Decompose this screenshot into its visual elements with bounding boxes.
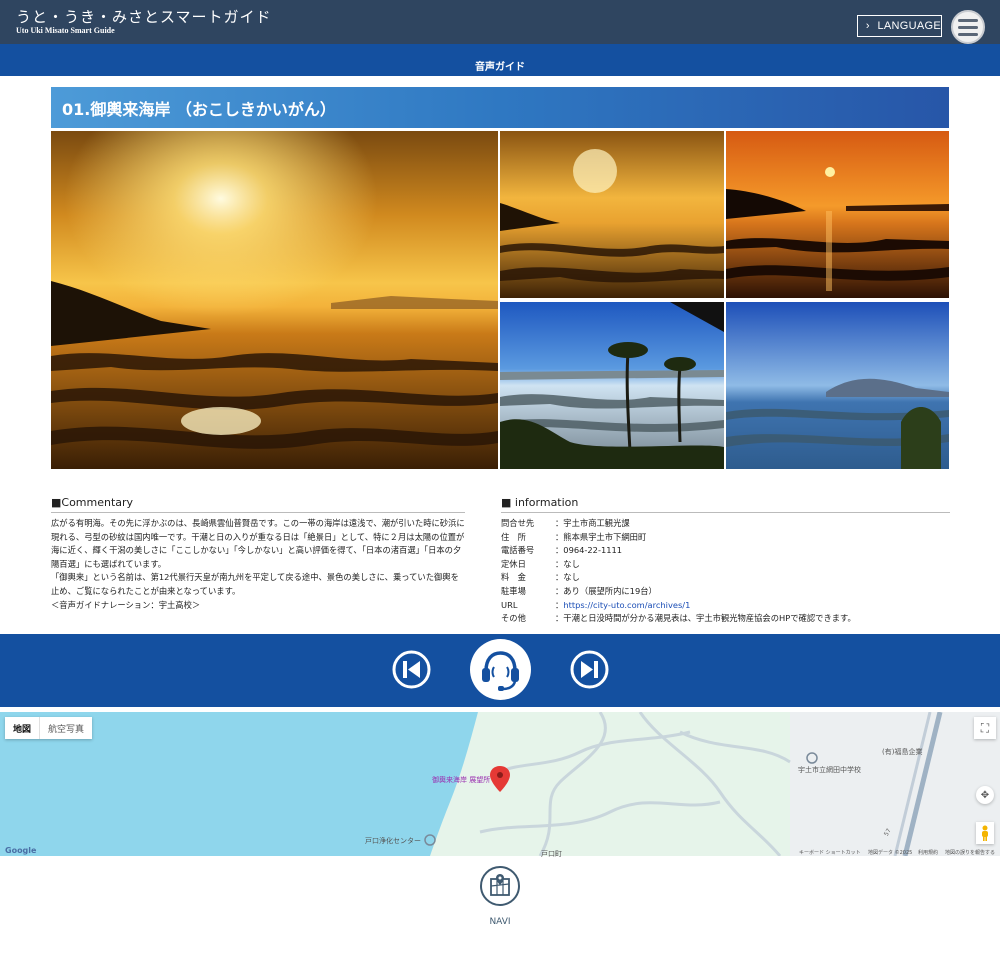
site-header: うと・うき・みさとスマートガイド Uto Uki Misato Smart Gu… [0,0,1000,44]
map-label-company: (有)福島企業 [882,748,923,756]
info-row: 電話番号 ：0964-22-1111 [501,544,950,558]
map-label-school: 宇土市立網田中学校 [798,766,861,774]
info-row: 問合せ先 ：宇土市商工観光課 [501,517,950,531]
map-tab-roadmap[interactable]: 地図 [5,717,39,739]
street-view-button[interactable] [976,822,994,844]
audio-guide-label: 音声ガイド [475,61,525,73]
navi-label: NAVI [489,917,511,927]
info-key: 定休日 [501,558,526,569]
next-track-button[interactable] [570,650,609,689]
information-heading: ■ information [501,496,950,513]
chevron-right-icon: › [865,20,870,32]
info-value: ：https://city-uto.com/archives/1 [555,599,950,613]
spot-title: 01.御輿来海岸 （おこしきかいがん） [51,87,949,128]
language-button[interactable]: › LANGUAGE [857,15,942,37]
information-table: 問合せ先 ：宇土市商工観光課 住 所 ：熊本県宇土市下網田町 電話番号 ：096… [501,517,950,626]
map-tab-satellite[interactable]: 航空写真 [39,717,92,739]
menu-line [958,32,978,36]
info-value: ：熊本県宇土市下網田町 [555,531,647,542]
commentary-text: 広がる有明海。その先に浮かぶのは、長崎県雲仙普賢岳です。この一帯の海岸は遠浅で、… [51,517,465,612]
map-view[interactable] [0,712,1000,856]
thumbnail-photo-1[interactable] [500,131,724,298]
thumbnail-photo-4[interactable] [726,302,949,469]
thumbnail-photo-3[interactable] [500,302,724,469]
fullscreen-icon: ⛶ [980,720,990,735]
website-link[interactable]: https://city-uto.com/archives/1 [563,600,690,610]
map-label-town: 戸口町 [541,850,562,858]
site-subtitle: Uto Uki Misato Smart Guide [16,26,115,35]
info-value: ：干潮と日没時間が分かる潮見表は、宇土市観光物産協会のHPで確認できます。 [555,613,856,624]
move-icon: ✥ [980,789,990,801]
map-canvas [0,712,1000,856]
map-terms-link[interactable]: 利用規約 [918,849,938,856]
google-logo[interactable]: Google [5,846,36,855]
map-report-error-link[interactable]: 地図の誤りを報告する [945,849,995,856]
play-audio-guide-button[interactable] [470,639,531,700]
info-row: 住 所 ：熊本県宇土市下網田町 [501,531,950,545]
info-key: URL [501,599,518,610]
audio-guide-bar: 音声ガイド [0,44,1000,76]
info-key: 料 金 [501,572,526,583]
info-value: ：なし [555,572,580,583]
commentary-paragraph: 「御輿来」という名前は、第12代景行天皇が南九州を平定して戻る途中、景色の美しさ… [51,572,459,596]
info-row: URL ：https://city-uto.com/archives/1 [501,599,950,613]
map-camera-control[interactable]: ✥ [976,786,994,804]
skip-next-icon [570,650,609,689]
map-marker-label: 御輿来海岸 展望所 [432,776,491,784]
menu-line [958,18,978,22]
headset-icon [482,651,519,691]
commentary-heading: ■Commentary [51,496,465,513]
skip-previous-icon [392,650,431,689]
map-navigation-icon [490,874,510,896]
hamburger-menu-button[interactable] [951,10,985,44]
navi-button[interactable] [480,866,520,906]
info-value: ：宇土市商工観光課 [555,518,630,528]
info-key: 住 所 [501,531,526,542]
info-value: ：あり（展望所内に19台） [555,585,657,596]
info-key: 駐車場 [501,585,526,596]
language-label: LANGUAGE [877,20,941,32]
info-key: 問合せ先 [501,518,535,528]
info-row: その他 ：干潮と日没時間が分かる潮見表は、宇土市観光物産協会のHPで確認できます… [501,612,950,626]
info-value: ：0964-22-1111 [555,545,623,556]
info-value: ：なし [555,558,580,569]
info-row: 定休日 ：なし [501,558,950,572]
commentary-paragraph: ＜音声ガイドナレーション：宇土高校＞ [51,599,201,610]
info-row: 料 金 ：なし [501,571,950,585]
main-photo[interactable] [51,131,498,469]
previous-track-button[interactable] [392,650,431,689]
map-keyboard-shortcuts[interactable]: キーボード ショートカット [799,849,861,856]
map-data-attribution: 地図データ ©2025 [868,850,913,856]
map-label-plant: 戸口浄化センター [365,837,421,845]
site-title[interactable]: うと・うき・みさとスマートガイド [16,6,272,27]
map-type-tabs: 地図 航空写真 [5,717,93,739]
fullscreen-button[interactable]: ⛶ [974,717,996,739]
info-key: その他 [501,613,526,624]
commentary-paragraph: 広がる有明海。その先に浮かぶのは、長崎県雲仙普賢岳です。この一帯の海岸は遠浅で、… [51,518,465,569]
info-row: 駐車場 ：あり（展望所内に19台） [501,585,950,599]
audio-player-bar [0,634,1000,707]
pegman-icon [982,825,988,841]
info-key: 電話番号 [501,545,535,556]
thumbnail-photo-2[interactable] [726,131,949,298]
menu-line [958,25,978,29]
